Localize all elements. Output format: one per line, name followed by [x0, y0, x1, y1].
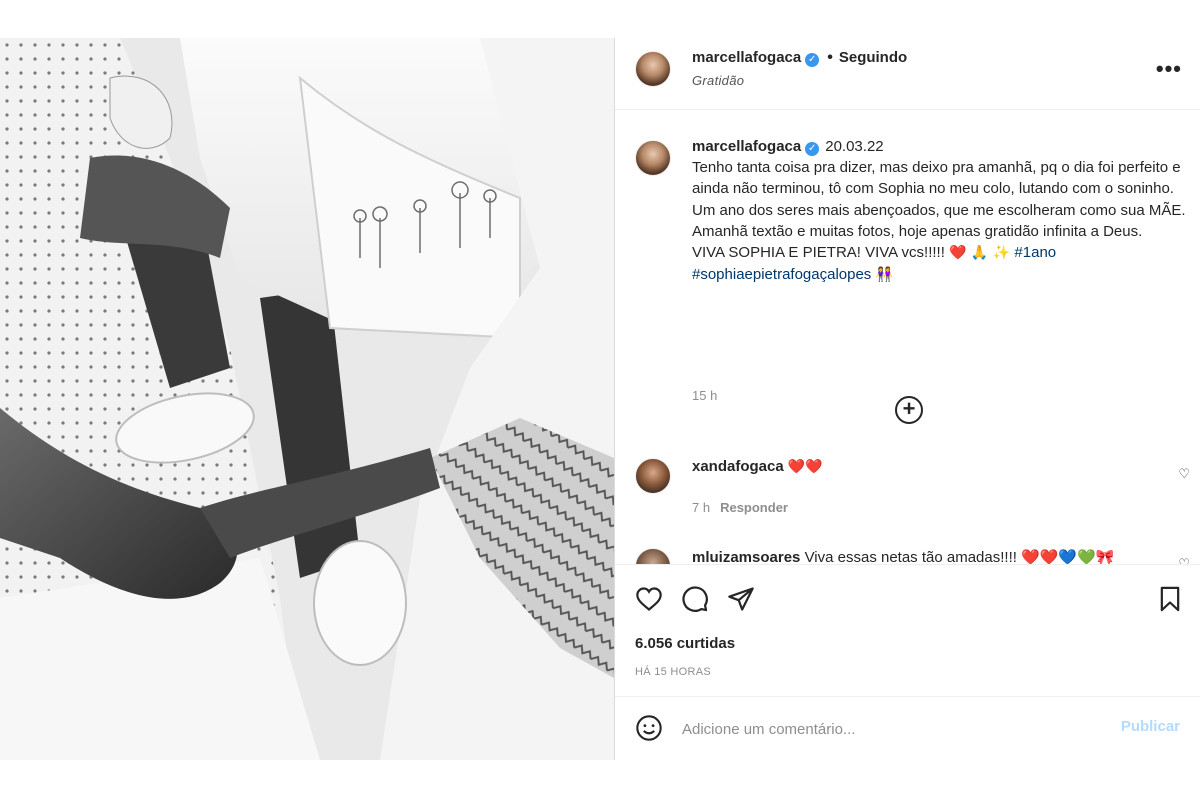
verified-badge-icon: ✓ — [805, 53, 820, 67]
verified-badge-icon: ✓ — [805, 142, 820, 156]
commenter-username[interactable]: mluizamsoares — [692, 549, 800, 564]
likes-count[interactable]: 6.056 curtidas — [635, 635, 735, 652]
comment-text-row: xandafogaca ❤️❤️ — [692, 458, 823, 475]
post-timestamp[interactable]: HÁ 15 HORAS — [635, 666, 711, 678]
caption-line-4: VIVA SOPHIA E PIETRA! VIVA vcs!!!!! ❤️ 🙏… — [692, 242, 1192, 264]
photo-illustration — [0, 38, 614, 760]
comment-icon[interactable] — [681, 585, 709, 613]
hashtag-sophiaepietra[interactable]: #sophiaepietrafogaçalopes — [692, 266, 871, 283]
caption-line-3: Amanhã textão e muitas fotos, hoje apena… — [692, 222, 1143, 240]
author-info: marcellafogaca ✓ • Seguindo Gratidão — [692, 49, 907, 88]
post-side-panel: marcellafogaca ✓ • Seguindo Gratidão ••• ma… — [614, 38, 1200, 760]
post-photo[interactable] — [0, 38, 614, 760]
caption-emoji-sisters: 👭 — [875, 267, 893, 284]
comment-text-row: mluizamsoares Viva essas netas tão amada… — [692, 548, 1114, 564]
caption-line-2: Um ano dos seres mais abençoados, que me… — [692, 201, 1186, 219]
comment-text: ❤️❤️ — [787, 459, 823, 475]
bookmark-icon[interactable] — [1156, 585, 1184, 613]
follow-status-button[interactable]: Seguindo — [839, 49, 907, 66]
caption-date: 20.03.22 — [825, 138, 884, 155]
comment-like-heart-icon[interactable]: ♡ — [1178, 466, 1190, 482]
comment-text: Viva essas netas tão amadas!!!! ❤️❤️💙💚🎀 — [804, 549, 1115, 564]
author-username[interactable]: marcellafogaca — [692, 49, 801, 66]
more-options-icon[interactable]: ••• — [1156, 56, 1182, 82]
post-actions: 6.056 curtidas HÁ 15 HORAS — [615, 564, 1200, 698]
post-location[interactable]: Gratidão — [692, 73, 907, 88]
hashtag-1ano[interactable]: #1ano — [1014, 244, 1056, 261]
comment-meta: 7 h Responder — [692, 500, 788, 515]
commenter-avatar[interactable] — [635, 458, 671, 494]
reply-button[interactable]: Responder — [720, 500, 788, 515]
commenter-avatar[interactable] — [635, 548, 671, 564]
caption-body: marcellafogaca ✓ 20.03.22 Tenho tanta cois… — [692, 136, 1192, 286]
separator-dot: • — [827, 49, 833, 66]
smiley-icon[interactable] — [635, 714, 663, 742]
comment-time[interactable]: 7 h — [692, 500, 710, 515]
caption-username[interactable]: marcellafogaca — [692, 138, 801, 155]
caption-line-5: #sophiaepietrafogaçalopes 👭 — [692, 264, 1192, 286]
share-icon[interactable] — [727, 585, 755, 613]
comment-input[interactable] — [680, 712, 1104, 746]
author-avatar[interactable] — [635, 51, 671, 87]
publish-button[interactable]: Publicar — [1115, 717, 1186, 736]
caption-time[interactable]: 15 h — [692, 388, 717, 403]
commenter-username[interactable]: xandafogaca — [692, 458, 784, 475]
caption-line-1: Tenho tanta coisa pra dizer, mas deixo p… — [692, 159, 1181, 198]
add-comment-bar: Publicar — [615, 696, 1200, 760]
caption-emojis: ❤️ 🙏 ✨ — [949, 245, 1011, 262]
post-header: marcellafogaca ✓ • Seguindo Gratidão ••• — [615, 38, 1200, 110]
heart-icon[interactable] — [635, 585, 663, 613]
caption-avatar[interactable] — [635, 140, 671, 176]
comments-list: xandafogaca ❤️❤️ 7 h Responder ♡ mluizams… — [615, 458, 1200, 564]
load-more-comments-button[interactable]: + — [895, 396, 923, 424]
instagram-post: marcellafogaca ✓ • Seguindo Gratidão ••• ma… — [0, 38, 1200, 760]
caption-line-4-text: VIVA SOPHIA E PIETRA! VIVA vcs!!!!! — [692, 244, 945, 262]
comment-like-heart-icon[interactable]: ♡ — [1178, 556, 1190, 564]
